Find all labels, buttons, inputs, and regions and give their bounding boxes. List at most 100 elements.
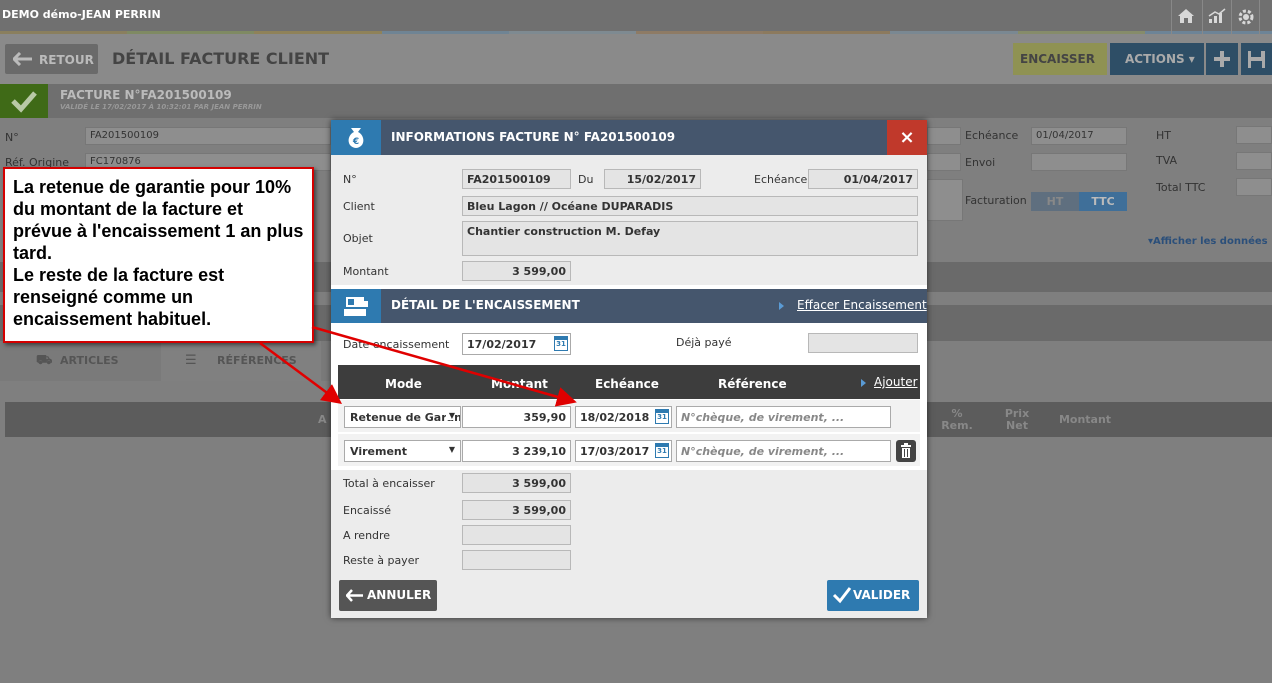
encaisser-button[interactable]: ENCAISSER	[1013, 43, 1107, 75]
objet-label: Objet	[343, 232, 373, 245]
bg-echeance-label: Echéance	[965, 129, 1019, 142]
facture-validated-info: VALIDÉ LE 17/02/2017 À 10:32:01 PAR JEAN…	[60, 103, 262, 111]
bg-col-montant: Montant	[1058, 413, 1112, 426]
col-montant: Montant	[491, 377, 548, 391]
invoice-modal: € INFORMATIONS FACTURE N° FA201500109 × …	[331, 120, 927, 618]
du-field: 15/02/2017	[604, 169, 701, 189]
encaisse-field: 3 599,00	[462, 500, 571, 520]
bg-facturation-label: Facturation	[965, 194, 1027, 207]
basket-icon: ⛟	[36, 353, 53, 368]
home-icon[interactable]	[1171, 0, 1199, 34]
bg-tva-label: TVA	[1156, 154, 1178, 167]
top-bar	[0, 0, 1272, 34]
bg-envoi-label: Envoi	[965, 156, 996, 169]
toggle-ttc[interactable]: TTC	[1079, 192, 1127, 211]
date-encaissement-value: 17/02/2017	[467, 338, 537, 351]
back-label: RETOUR	[39, 53, 94, 67]
save-button[interactable]	[1241, 43, 1272, 75]
facture-number: FACTURE N°FA201500109	[60, 88, 232, 102]
money-bag-icon: €	[331, 120, 381, 155]
arrow-left-icon	[346, 589, 363, 602]
arrow-left-icon	[13, 52, 32, 66]
bg-ht-field	[1236, 126, 1272, 144]
col-echeance: Echéance	[595, 377, 659, 391]
caret-down-icon: ▼	[445, 411, 455, 420]
objet-field[interactable]: Chantier construction M. Defay	[462, 221, 918, 256]
check-icon	[11, 91, 37, 113]
bg-date2-field[interactable]	[927, 153, 961, 171]
back-button[interactable]: RETOUR	[5, 44, 98, 74]
bg-no-field[interactable]: FA201500109	[85, 127, 331, 145]
triangle-right-icon	[861, 379, 866, 387]
annuler-label: ANNULER	[367, 588, 432, 602]
echeance-field: 01/04/2017	[808, 169, 918, 189]
afficher-donnees-link[interactable]: ▾Afficher les données	[1148, 236, 1268, 247]
annotation-line: Le reste de la facture est renseigné com…	[13, 265, 225, 329]
date-encaissement-field[interactable]: 17/02/2017 31	[462, 333, 571, 355]
tab-articles-label: ARTICLES	[60, 354, 119, 367]
valider-button[interactable]: VALIDER	[827, 580, 919, 611]
calendar-icon[interactable]: 31	[554, 336, 568, 351]
annotation-callout: La retenue de garantie pour 10% du monta…	[3, 167, 314, 343]
calendar-icon[interactable]: 31	[655, 443, 669, 458]
mode-select-value: Retenue de Garantie	[350, 411, 460, 424]
list-icon: ☰	[185, 353, 197, 368]
echeance-value: 18/02/2018	[580, 411, 650, 424]
plus-icon	[1214, 51, 1230, 67]
triangle-right-icon	[779, 302, 784, 310]
tab-references-label: RÉFÉRENCES	[217, 354, 297, 367]
calendar-icon[interactable]: 31	[655, 409, 669, 424]
montant-label: Montant	[343, 265, 389, 278]
trash-icon[interactable]	[896, 440, 916, 462]
echeance-value: 17/03/2017	[580, 445, 650, 458]
bg-date-field[interactable]	[927, 127, 961, 145]
encaisse-label: Encaissé	[343, 504, 391, 517]
annuler-button[interactable]: ANNULER	[339, 580, 437, 611]
actions-button[interactable]: ACTIONS ▾	[1110, 43, 1204, 75]
deja-paye-field	[808, 333, 918, 353]
menu-edge[interactable]	[1259, 0, 1272, 34]
echeance-input[interactable]: 17/03/2017 31	[575, 440, 672, 462]
toggle-ht[interactable]: HT	[1031, 192, 1079, 211]
deja-paye-label: Déjà payé	[676, 336, 732, 349]
check-icon	[832, 587, 852, 604]
bg-echeance-field[interactable]: 01/04/2017	[1031, 127, 1127, 145]
mode-select[interactable]: Retenue de Garantie ▼	[344, 406, 461, 428]
col-reference: Référence	[718, 377, 787, 391]
app-title: DEMO démo-JEAN PERRIN	[2, 8, 161, 21]
echeance-input[interactable]: 18/02/2018 31	[575, 406, 672, 428]
tab-articles[interactable]: ⛟ ARTICLES	[0, 341, 160, 381]
date-encaissement-label: Date encaissement	[343, 338, 450, 351]
total-encaisser-field: 3 599,00	[462, 473, 571, 493]
add-button[interactable]	[1206, 43, 1238, 75]
floppy-icon	[1248, 51, 1265, 68]
cash-register-icon	[331, 289, 381, 323]
bg-envoi-field[interactable]	[1031, 153, 1127, 171]
stats-icon[interactable]	[1202, 0, 1230, 34]
client-label: Client	[343, 200, 375, 213]
bg-col-a: A	[318, 413, 327, 426]
gear-icon[interactable]	[1231, 0, 1259, 34]
mode-select[interactable]: Virement ▼	[344, 440, 461, 462]
no-field: FA201500109	[462, 169, 571, 189]
modal-title: INFORMATIONS FACTURE N° FA201500109	[391, 130, 676, 144]
reference-input[interactable]: N°chèque, de virement, ...	[676, 406, 891, 428]
page-title: DÉTAIL FACTURE CLIENT	[112, 49, 330, 68]
client-field: Bleu Lagon // Océane DUPARADIS	[462, 196, 918, 216]
no-label: N°	[343, 173, 357, 186]
valider-label: VALIDER	[853, 588, 911, 602]
bg-notes-field	[927, 179, 963, 221]
montant-field: 3 599,00	[462, 261, 571, 281]
montant-input[interactable]: 3 239,10	[462, 440, 571, 462]
bg-ttc-field	[1236, 178, 1272, 196]
a-rendre-label: A rendre	[343, 529, 391, 542]
montant-input[interactable]: 359,90	[462, 406, 571, 428]
bg-col-prix: Prix Net	[1004, 407, 1030, 432]
ajouter-link[interactable]: Ajouter	[874, 375, 918, 389]
tab-references[interactable]: ☰ RÉFÉRENCES	[161, 341, 321, 381]
close-button[interactable]: ×	[887, 120, 927, 155]
reference-input[interactable]: N°chèque, de virement, ...	[676, 440, 891, 462]
effacer-encaissement-link[interactable]: Effacer Encaissement	[797, 298, 927, 312]
svg-text:€: €	[352, 137, 359, 147]
bg-col-rem: % Rem.	[941, 407, 973, 432]
